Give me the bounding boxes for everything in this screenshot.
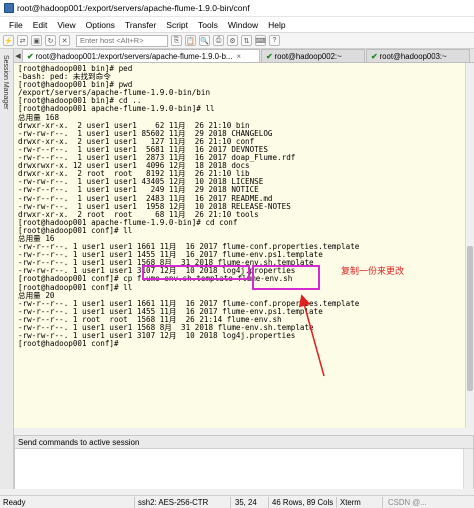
tab-label: root@hadoop003:~: [379, 51, 447, 61]
terminal-line: [root@hadoop001 conf]# ll: [18, 225, 133, 235]
status-separator: [336, 497, 337, 508]
securecrt-app-icon: [4, 3, 14, 13]
settings-icon[interactable]: ⚙: [227, 35, 238, 46]
window-title: root@hadoop001:/export/servers/apache-fl…: [17, 3, 250, 13]
connected-check-icon: ✔: [371, 51, 378, 61]
highlight-box-source: [142, 265, 250, 280]
status-term: Xterm: [340, 498, 361, 507]
host-input[interactable]: [76, 34, 168, 47]
status-size: 46 Rows, 89 Cols: [272, 498, 334, 507]
terminal-line: [root@hadoop001 apache-flume-1.9.0-bin]#…: [18, 104, 215, 114]
send-commands-header: Send commands to active session: [15, 436, 473, 449]
terminal-line: [root@hadoop001 conf]# ll: [18, 282, 133, 292]
terminal-scrollbar[interactable]: [465, 63, 474, 428]
connected-check-icon: ✔: [27, 51, 34, 61]
tab-hadoop003[interactable]: ✔ root@hadoop003:~: [366, 49, 470, 62]
status-cursor: 35, 24: [235, 498, 257, 507]
menu-script[interactable]: Script: [161, 20, 193, 30]
paste-icon[interactable]: 📋: [185, 35, 196, 46]
session-tabs: ◀ ✔ root@hadoop001:/export/servers/apach…: [14, 49, 474, 63]
tab-hadoop002[interactable]: ✔ root@hadoop002:~: [261, 49, 365, 62]
menu-bar: File Edit View Options Transfer Script T…: [0, 17, 474, 32]
terminal-line: [root@hadoop001 conf]#: [18, 339, 124, 349]
tab-scroll-left-icon[interactable]: ◀: [14, 50, 22, 62]
status-cipher: ssh2: AES-256-CTR: [138, 498, 209, 507]
terminal-output[interactable]: [root@hadoop001 bin]# ped -bash: ped: 未找…: [14, 63, 465, 428]
menu-options[interactable]: Options: [81, 20, 120, 30]
send-commands-input[interactable]: [15, 449, 463, 489]
copy-icon[interactable]: ⎘: [171, 35, 182, 46]
menu-window[interactable]: Window: [223, 20, 263, 30]
menu-transfer[interactable]: Transfer: [120, 20, 161, 30]
help-icon[interactable]: ?: [269, 35, 280, 46]
toolbar: ⚡ ⇄ ▣ ↻ ✕ ⎘ 📋 🔍 ⎙ ⚙ ⇅ ⌨ ?: [0, 32, 474, 49]
status-separator: [268, 497, 269, 508]
session-manager-label: Session Manager: [2, 55, 9, 110]
print-icon[interactable]: ⎙: [213, 35, 224, 46]
close-tab-icon[interactable]: ×: [236, 52, 241, 61]
menu-file[interactable]: File: [4, 20, 28, 30]
send-commands-panel: Send commands to active session: [14, 435, 474, 489]
status-separator: [230, 497, 231, 508]
highlight-box-target: [252, 265, 320, 290]
status-watermark: CSDN @...: [388, 498, 427, 507]
connected-check-icon: ✔: [266, 51, 273, 61]
connect-tab-icon[interactable]: ▣: [31, 35, 42, 46]
send-panel-scrollbar[interactable]: [463, 449, 473, 489]
quick-connect-icon[interactable]: ⇄: [17, 35, 28, 46]
connect-icon[interactable]: ⚡: [3, 35, 14, 46]
status-ready: Ready: [3, 498, 26, 507]
status-separator: [134, 497, 135, 508]
annotation-text: 复制一份来更改: [341, 266, 405, 276]
reconnect-icon[interactable]: ↻: [45, 35, 56, 46]
tab-label: root@hadoop001:/export/servers/apache-fl…: [35, 51, 233, 61]
disconnect-icon[interactable]: ✕: [59, 35, 70, 46]
tab-hadoop001[interactable]: ✔ root@hadoop001:/export/servers/apache-…: [22, 49, 260, 62]
scrollbar-thumb[interactable]: [467, 246, 473, 391]
keymap-icon[interactable]: ⌨: [255, 35, 266, 46]
session-manager-sidebar[interactable]: Session Manager: [0, 49, 14, 489]
menu-edit[interactable]: Edit: [28, 20, 53, 30]
title-bar: root@hadoop001:/export/servers/apache-fl…: [0, 0, 474, 17]
menu-help[interactable]: Help: [263, 20, 290, 30]
find-icon[interactable]: 🔍: [199, 35, 210, 46]
status-bar: Ready ssh2: AES-256-CTR 35, 24 46 Rows, …: [0, 495, 474, 508]
tab-label: root@hadoop002:~: [274, 51, 342, 61]
status-separator: [382, 497, 383, 508]
menu-view[interactable]: View: [52, 20, 80, 30]
sftp-icon[interactable]: ⇅: [241, 35, 252, 46]
menu-tools[interactable]: Tools: [193, 20, 223, 30]
